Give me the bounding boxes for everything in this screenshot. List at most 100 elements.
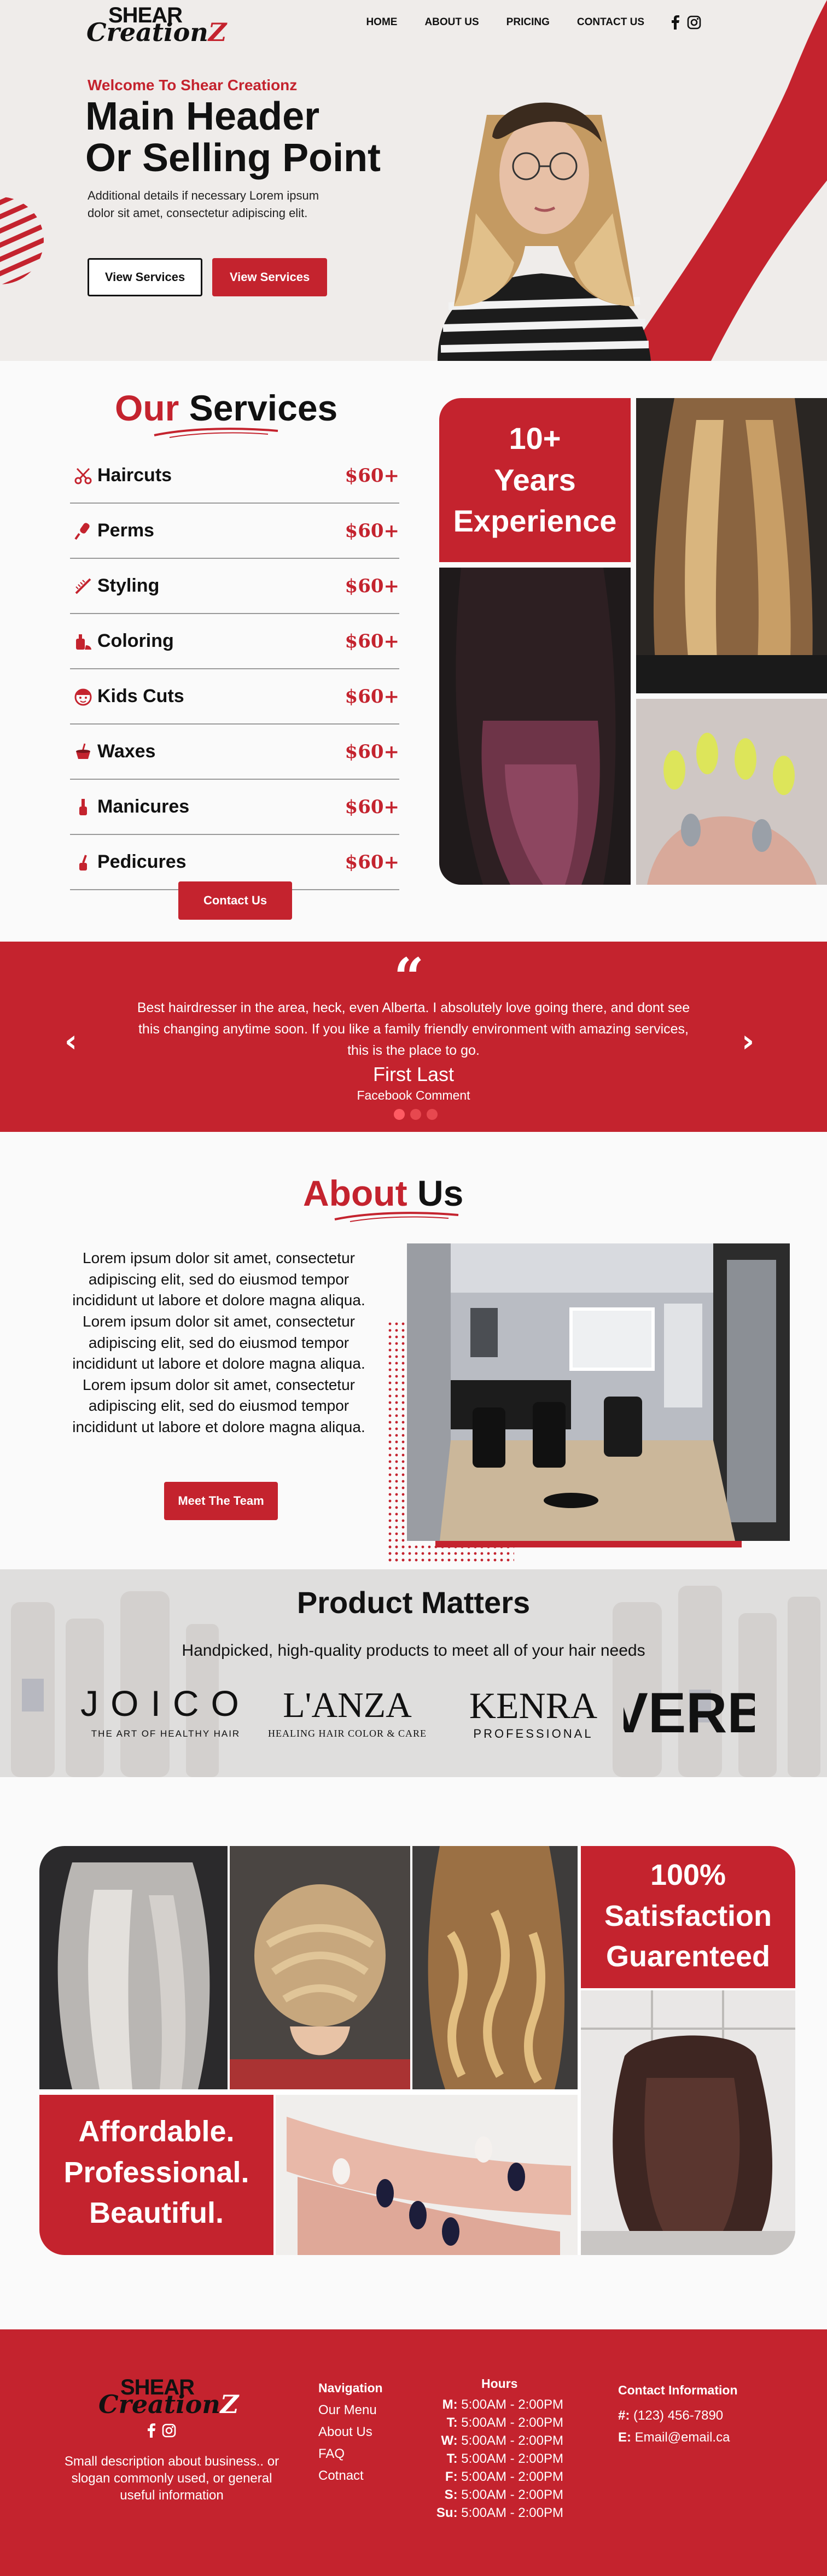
chevron-left-icon[interactable]: ‹ [65, 1024, 77, 1059]
service-row-kids-cuts[interactable]: Kids Cuts $60+ [70, 669, 399, 725]
meet-the-team-button[interactable]: Meet The Team [164, 1482, 278, 1520]
service-row-manicures[interactable]: Manicures $60+ [70, 780, 399, 835]
products-title: Product Matters [296, 1585, 531, 1620]
comb-icon [71, 574, 95, 598]
nav-contact-us[interactable]: CONTACT US [577, 16, 644, 28]
instagram-icon[interactable] [687, 15, 701, 30]
site-footer: SHEAR CreationZ Small description about … [0, 2329, 827, 2576]
brand-tagline-kenra: PROFESSIONAL [473, 1727, 593, 1740]
hours-row: M: 5:00AM - 2:00PM [442, 2397, 563, 2412]
title-underline-swash [334, 1212, 459, 1222]
facebook-icon[interactable] [672, 15, 679, 30]
chevron-right-icon[interactable]: › [742, 1024, 754, 1059]
yellow-nails-photo [636, 699, 827, 885]
striped-circle-decoration [0, 197, 44, 284]
service-price: $60+ [345, 519, 399, 542]
gallery-section: 100% Satisfaction Guarenteed Affordable.… [0, 1777, 827, 2329]
service-row-haircuts[interactable]: Haircuts $60+ [70, 448, 399, 504]
service-name: Coloring [97, 630, 174, 651]
footer-link-about-us[interactable]: About Us [318, 2425, 377, 2440]
satisfaction-percent: 100% [650, 1859, 726, 1891]
brand-logo-kenra[interactable]: KENRA PROFESSIONAL [465, 1682, 602, 1742]
scissors-icon [71, 464, 95, 488]
hero-model-photo [438, 102, 651, 361]
wax-pot-icon [71, 740, 95, 764]
experience-number: 10+ [509, 421, 561, 455]
carousel-dot-2[interactable] [410, 1109, 421, 1120]
service-price: $60+ [345, 630, 399, 652]
service-row-coloring[interactable]: Coloring $60+ [70, 614, 399, 669]
products-section: Product Matters Handpicked, high-quality… [0, 1569, 827, 1777]
brand-name-joico: JOICO [80, 1683, 251, 1724]
footer-link-our-menu[interactable]: Our Menu [318, 2403, 377, 2418]
footer-hours-list: M: 5:00AM - 2:00PM T: 5:00AM - 2:00PM W:… [432, 2397, 563, 2521]
view-services-filled-button[interactable]: View Services [212, 258, 327, 296]
footer-nav-heading: Navigation [318, 2381, 383, 2395]
hero-welcome-text: Welcome To Shear Creationz [88, 77, 298, 94]
satisfaction-badge: 100% Satisfaction Guarenteed [581, 1846, 795, 1988]
service-name: Styling [97, 575, 160, 596]
footer-link-faq[interactable]: FAQ [318, 2446, 377, 2462]
quote-mark-icon: “ [394, 947, 424, 1008]
footer-link-contact[interactable]: Cotnact [318, 2468, 377, 2484]
nail-polish-icon [71, 795, 95, 819]
site-logo[interactable]: SHEAR CreationZ [86, 3, 229, 47]
brand-logo-verb[interactable]: VERB [624, 1682, 755, 1742]
footer-phone[interactable]: #: (123) 456-7890 [618, 2408, 730, 2423]
hours-row: T: 5:00AM - 2:00PM [446, 2451, 563, 2466]
footer-email[interactable]: E: Email@email.ca [618, 2430, 730, 2445]
service-row-waxes[interactable]: Waxes $60+ [70, 725, 399, 780]
brand-name-verb: VERB [624, 1682, 755, 1742]
carousel-dots [394, 1109, 438, 1120]
experience-badge: 10+ Years Experience [439, 398, 631, 562]
view-services-outline-button[interactable]: View Services [88, 258, 202, 296]
gallery-grid: 100% Satisfaction Guarenteed Affordable.… [39, 1846, 795, 2255]
services-section: Our Services Haircuts $60+ Perms $60+ St… [0, 361, 827, 942]
hero-description: Additional details if necessary Lorem ip… [88, 189, 319, 220]
golden-waves-photo [412, 1846, 578, 2089]
main-nav: HOME ABOUT US PRICING CONTACT US [366, 15, 701, 30]
footer-logo[interactable]: SHEAR CreationZ [98, 2375, 241, 2425]
facebook-icon[interactable] [148, 2423, 155, 2438]
curling-iron-icon [71, 519, 95, 543]
child-face-icon [71, 685, 95, 709]
hero-headline-line-2: Or Selling Point [85, 136, 381, 180]
footer-hours-heading: Hours [481, 2376, 518, 2391]
tagline-beautiful: Beautiful. [89, 2197, 224, 2230]
service-price: $60+ [345, 464, 399, 487]
blonde-balayage-photo [636, 398, 827, 693]
hero-section: SHEAR CreationZ HOME ABOUT US PRICING CO… [0, 0, 827, 361]
testimonial-section: “ ‹ › Best hairdresser in the area, heck… [0, 942, 827, 1132]
services-list: Haircuts $60+ Perms $60+ Styling $60+ Co… [70, 448, 399, 890]
footer-description: Small description about business.. or sl… [64, 2454, 279, 2503]
service-price: $60+ [345, 575, 399, 597]
hours-row: W: 5:00AM - 2:00PM [441, 2433, 563, 2448]
footer-contact: #: (123) 456-7890 E: Email@email.ca [618, 2408, 730, 2445]
experience-label: Experience [453, 504, 617, 539]
brand-logo-lanza[interactable]: L'ANZA HEALING HAIR COLOR & CARE [257, 1682, 438, 1742]
nav-pricing[interactable]: PRICING [506, 16, 550, 28]
contact-us-button[interactable]: Contact Us [178, 881, 292, 920]
nav-home[interactable]: HOME [366, 16, 397, 28]
carousel-dot-1[interactable] [394, 1109, 405, 1120]
products-subtitle: Handpicked, high-quality products to mee… [182, 1642, 645, 1660]
footer-social [148, 2423, 176, 2438]
footer-contact-heading: Contact Information [618, 2383, 738, 2397]
hours-row: S: 5:00AM - 2:00PM [444, 2487, 563, 2502]
about-body-text: Lorem ipsum dolor sit amet, consectetur … [72, 1249, 365, 1435]
tagline-badge: Affordable. Professional. Beautiful. [39, 2095, 273, 2255]
carousel-dot-3[interactable] [427, 1109, 438, 1120]
service-row-styling[interactable]: Styling $60+ [70, 559, 399, 614]
service-price: $60+ [345, 740, 399, 763]
silver-curls-photo [39, 1846, 228, 2089]
service-price: $60+ [345, 851, 399, 873]
brand-logo-joico[interactable]: JOICO THE ART OF HEALTHY HAIR [59, 1682, 272, 1742]
service-row-perms[interactable]: Perms $60+ [70, 504, 399, 559]
tagline-affordable: Affordable. [78, 2115, 235, 2148]
service-name: Kids Cuts [97, 686, 184, 706]
instagram-icon[interactable] [162, 2423, 176, 2438]
service-price: $60+ [345, 685, 399, 708]
brand-name-lanza: L'ANZA [283, 1685, 412, 1725]
nav-about-us[interactable]: ABOUT US [424, 16, 479, 28]
service-name: Waxes [97, 741, 156, 762]
